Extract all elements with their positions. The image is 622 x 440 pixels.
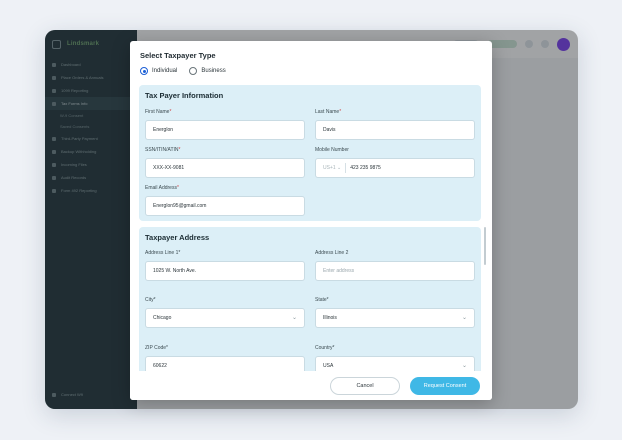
radio-checked-icon[interactable] [140, 67, 148, 75]
taxpayer-address-section: Taxpayer Address Address Line 1* 1025 W.… [139, 227, 481, 376]
email-label: Email Address* [145, 185, 179, 191]
radio-unchecked-icon[interactable] [189, 67, 198, 75]
state-value: Illinois [323, 315, 337, 321]
first-name-field[interactable]: Energlon [145, 120, 305, 140]
city-value: Chicago [153, 315, 172, 321]
last-name-label: Last Name* [315, 109, 342, 115]
address1-label: Address Line 1* [145, 250, 181, 256]
zip-label: ZIP Code* [145, 345, 168, 351]
address2-field[interactable]: Enter address [315, 261, 475, 281]
ssn-field[interactable]: XXX-XX-9081 [145, 158, 305, 178]
radio-label: Individual [152, 68, 178, 74]
section-title: Tax Payer Information [145, 91, 224, 100]
radio-individual[interactable]: Individual [140, 67, 177, 75]
modal-scrollbar[interactable] [484, 227, 486, 265]
country-value: USA [323, 363, 334, 369]
consent-modal: Select Taxpayer Type Individual Business… [130, 41, 492, 400]
taxpayer-type-title: Select Taxpayer Type [140, 51, 216, 60]
radio-label: Business [201, 68, 226, 74]
city-label: City* [145, 297, 156, 303]
chevron-down-icon: ⌄ [461, 363, 467, 369]
mobile-label: Mobile Number [315, 147, 349, 153]
address1-field[interactable]: 1025 W. North Ave. [145, 261, 305, 281]
request-consent-button[interactable]: Request Consent [410, 377, 480, 395]
chevron-down-icon: ⌄ [461, 315, 467, 321]
modal-footer: Cancel Request Consent [130, 371, 492, 400]
email-field[interactable]: Energlon95@gmail.com [145, 196, 305, 216]
mobile-field[interactable]: US+1 ⌄ 423 235 9875 [315, 158, 475, 178]
chevron-down-icon: ⌄ [291, 315, 297, 321]
state-label: State* [315, 297, 329, 303]
state-select[interactable]: Illinois ⌄ [315, 308, 475, 328]
first-name-label: First Name* [145, 109, 172, 115]
city-select[interactable]: Chicago ⌄ [145, 308, 305, 328]
ssn-label: SSN/ITIN/ATIN* [145, 147, 181, 153]
country-code-select[interactable]: US+1 ⌄ [323, 165, 341, 171]
taxpayer-info-section: Tax Payer Information First Name* Energl… [139, 85, 481, 221]
last-name-field[interactable]: Davis [315, 120, 475, 140]
taxpayer-type-radio-group: Individual Business [140, 67, 226, 75]
divider [345, 163, 347, 173]
section-title: Taxpayer Address [145, 233, 210, 242]
mobile-value: 423 235 9875 [350, 165, 381, 171]
cancel-button[interactable]: Cancel [330, 377, 400, 395]
radio-business[interactable]: Business [189, 67, 226, 75]
address2-label: Address Line 2 [315, 250, 349, 256]
country-label: Country* [315, 345, 335, 351]
